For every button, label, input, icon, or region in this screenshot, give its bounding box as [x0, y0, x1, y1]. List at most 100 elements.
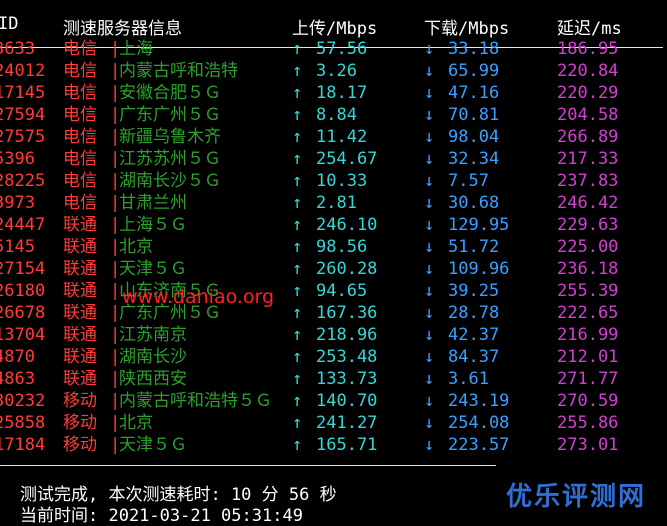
row-isp: 电信	[63, 193, 97, 213]
row-upload: 3.26	[316, 61, 357, 81]
row-isp: 电信	[63, 127, 97, 147]
row-isp: 电信	[63, 105, 97, 125]
row-city: 内蒙古呼和浩特	[119, 61, 238, 81]
download-arrow-icon: ↓	[424, 259, 435, 279]
row-upload: 254.67	[316, 149, 378, 169]
row-download: 84.37	[448, 347, 500, 367]
row-upload: 10.33	[316, 171, 368, 191]
row-latency: 186.95	[557, 39, 619, 59]
row-latency: 270.59	[557, 391, 619, 411]
row-upload: 165.71	[316, 435, 378, 455]
upload-arrow-icon: ↑	[292, 259, 303, 279]
row-upload: 133.73	[316, 369, 378, 389]
upload-arrow-icon: ↑	[292, 39, 303, 59]
row-id: 24447	[0, 215, 46, 235]
row-isp: 联通	[63, 369, 97, 389]
table-row: 4870联通|湖南长沙↑253.48↓84.37212.01	[0, 346, 667, 368]
row-upload: 57.56	[316, 39, 368, 59]
row-download: 223.57	[448, 435, 510, 455]
upload-arrow-icon: ↑	[292, 171, 303, 191]
row-city: 北京	[119, 413, 153, 433]
row-download: 39.25	[448, 281, 500, 301]
upload-arrow-icon: ↑	[292, 193, 303, 213]
row-latency: 273.01	[557, 435, 619, 455]
row-latency: 237.83	[557, 171, 619, 191]
row-isp: 联通	[63, 347, 97, 367]
table-row: 28225电信|湖南长沙５Ｇ↑10.33↓7.57237.83	[0, 170, 667, 192]
upload-arrow-icon: ↑	[292, 83, 303, 103]
row-latency: 225.00	[557, 237, 619, 257]
row-isp: 联通	[63, 281, 97, 301]
row-id: 26678	[0, 303, 46, 323]
download-arrow-icon: ↓	[424, 347, 435, 367]
row-download: 243.19	[448, 391, 510, 411]
download-arrow-icon: ↓	[424, 413, 435, 433]
table-row: 13704联通|江苏南京↑218.96↓42.37216.99	[0, 324, 667, 346]
upload-arrow-icon: ↑	[292, 391, 303, 411]
download-arrow-icon: ↓	[424, 303, 435, 323]
row-latency: 236.18	[557, 259, 619, 279]
row-city: 天津５Ｇ	[119, 259, 187, 279]
row-city: 内蒙古呼和浩特５Ｇ	[119, 391, 272, 411]
row-id: 24012	[0, 61, 46, 81]
row-city: 上海５Ｇ	[119, 215, 187, 235]
row-download: 129.95	[448, 215, 510, 235]
download-arrow-icon: ↓	[424, 39, 435, 59]
row-isp: 联通	[63, 215, 97, 235]
row-download: 33.18	[448, 39, 500, 59]
upload-arrow-icon: ↑	[292, 435, 303, 455]
download-arrow-icon: ↓	[424, 149, 435, 169]
row-id: 27594	[0, 105, 46, 125]
row-isp: 移动	[63, 391, 97, 411]
row-id: 17184	[0, 435, 46, 455]
row-upload: 94.65	[316, 281, 368, 301]
row-upload: 246.10	[316, 215, 378, 235]
download-arrow-icon: ↓	[424, 215, 435, 235]
table-row: 24012电信|内蒙古呼和浩特↑3.26↓65.99220.84	[0, 60, 667, 82]
row-latency: 255.86	[557, 413, 619, 433]
table-row: 27575电信|新疆乌鲁木齐↑11.42↓98.04266.89	[0, 126, 667, 148]
row-upload: 218.96	[316, 325, 378, 345]
download-arrow-icon: ↓	[424, 237, 435, 257]
download-arrow-icon: ↓	[424, 193, 435, 213]
upload-arrow-icon: ↑	[292, 237, 303, 257]
row-download: 28.78	[448, 303, 500, 323]
site-logo: 优乐评测网	[506, 482, 647, 512]
row-isp: 联通	[63, 237, 97, 257]
row-download: 42.37	[448, 325, 500, 345]
row-upload: 260.28	[316, 259, 378, 279]
row-upload: 253.48	[316, 347, 378, 367]
download-arrow-icon: ↓	[424, 127, 435, 147]
header-upload: 上传/Mbps	[292, 19, 378, 39]
download-arrow-icon: ↓	[424, 325, 435, 345]
table-row: 26180联通|山东济南５Ｇ↑94.65↓39.25255.39	[0, 280, 667, 302]
table-header: ID 测速服务器信息 上传/Mbps 下载/Mbps 延迟/ms	[0, 14, 667, 39]
row-upload: 11.42	[316, 127, 368, 147]
row-id: 30232	[0, 391, 46, 411]
row-download: 3.61	[448, 369, 489, 389]
row-city: 江苏南京	[119, 325, 187, 345]
row-upload: 241.27	[316, 413, 378, 433]
row-download: 70.81	[448, 105, 500, 125]
row-latency: 220.29	[557, 83, 619, 103]
row-city: 湖南长沙５Ｇ	[119, 171, 221, 191]
row-download: 32.34	[448, 149, 500, 169]
row-latency: 266.89	[557, 127, 619, 147]
row-download: 98.04	[448, 127, 500, 147]
row-city: 新疆乌鲁木齐	[119, 127, 221, 147]
upload-arrow-icon: ↑	[292, 325, 303, 345]
table-row: 3973电信|甘肃兰州↑2.81↓30.68246.42	[0, 192, 667, 214]
row-isp: 电信	[63, 171, 97, 191]
terminal-window: ID 测速服务器信息 上传/Mbps 下载/Mbps 延迟/ms 3633电信|…	[0, 0, 667, 526]
upload-arrow-icon: ↑	[292, 127, 303, 147]
download-arrow-icon: ↓	[424, 369, 435, 389]
row-upload: 167.36	[316, 303, 378, 323]
row-upload: 8.84	[316, 105, 357, 125]
watermark-text: www.daniao.org	[122, 286, 275, 308]
table-row: 30232移动|内蒙古呼和浩特５Ｇ↑140.70↓243.19270.59	[0, 390, 667, 412]
upload-arrow-icon: ↑	[292, 61, 303, 81]
row-latency: 220.84	[557, 61, 619, 81]
row-latency: 255.39	[557, 281, 619, 301]
row-id: 27154	[0, 259, 46, 279]
table-row: 5145联通|北京↑98.56↓51.72225.00	[0, 236, 667, 258]
